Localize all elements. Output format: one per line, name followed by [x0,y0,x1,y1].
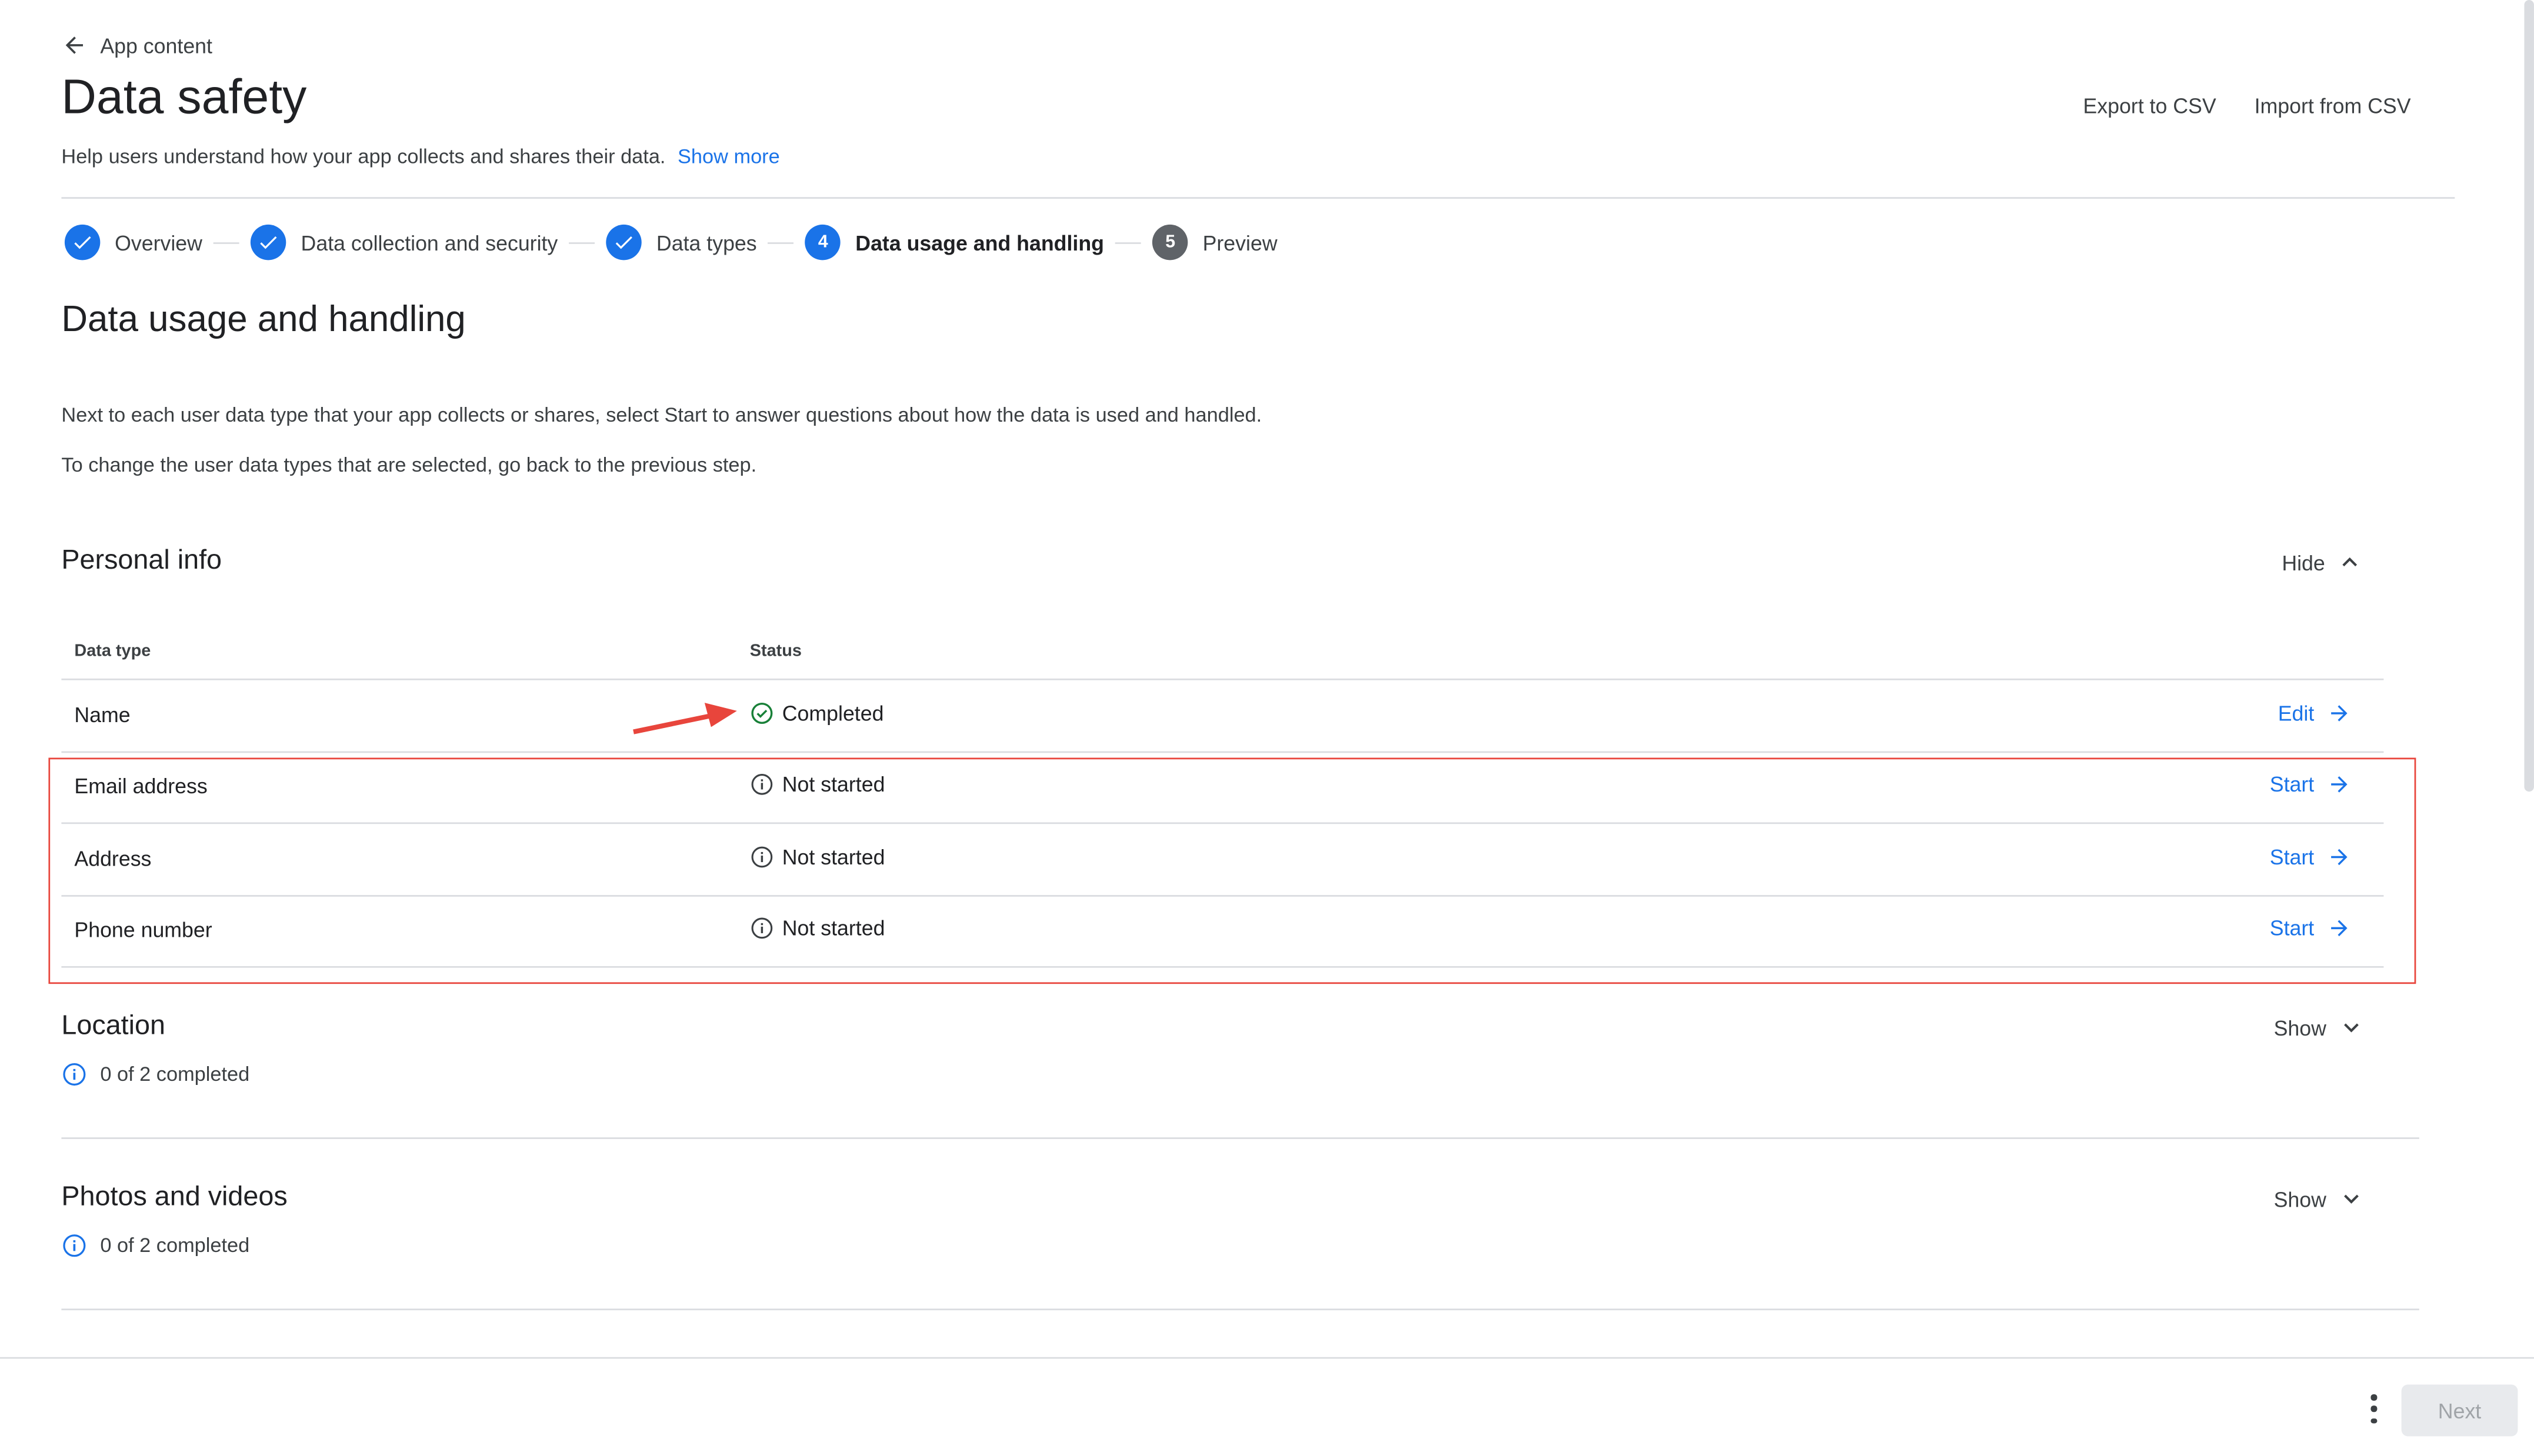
col-header-data-type: Data type [74,641,151,661]
chevron-down-icon [2343,1194,2358,1204]
photos-videos-progress: 0 of 2 completed [61,1233,249,1258]
canvas: App content Data safety Help users under… [0,0,2534,1456]
arrow-right-icon [2331,705,2348,722]
progress-text: 0 of 2 completed [100,1063,250,1086]
arrow-left-icon [65,36,84,54]
location-progress: 0 of 2 completed [61,1061,249,1087]
check-icon [616,236,633,249]
step-label: Preview [1202,230,1278,255]
footer-bar: Next [0,1357,2534,1456]
col-header-status: Status [749,641,802,661]
check-icon [74,236,91,249]
instructions-text-2: To change the user data types that are s… [61,454,757,477]
step-done-indicator [251,224,286,261]
data-type-name: Name [74,703,131,727]
progress-text: 0 of 2 completed [100,1234,250,1257]
step-data-collection[interactable]: Data collection and security [251,224,558,261]
info-icon [63,1234,86,1257]
location-show-toggle[interactable]: Show [2274,1013,2365,1042]
scrollbar-thumb[interactable] [2524,0,2534,792]
show-more-link[interactable]: Show more [678,145,780,168]
step-connector [569,241,595,243]
step-connector [214,241,240,243]
subtitle-text: Help users understand how your app colle… [61,145,666,168]
step-label: Overview [115,230,202,255]
step-done-indicator [64,224,101,261]
step-data-usage[interactable]: 4 Data usage and handling [805,224,1104,261]
step-data-types[interactable]: Data types [606,224,757,261]
import-csv-button[interactable]: Import from CSV [2255,93,2411,118]
page-title: Data safety [61,71,307,125]
instructions-text: Next to each user data type that your ap… [61,403,1262,427]
annotation-arrow-icon [633,703,737,734]
personal-info-hide-toggle[interactable]: Hide [2282,547,2363,576]
stepper: Overview Data collection and security Da… [64,224,1278,261]
page-subtitle: Help users understand how your app colle… [61,145,779,168]
step-connector [768,241,794,243]
page: App content Data safety Help users under… [0,0,2534,1456]
photos-videos-title: Photos and videos [61,1181,288,1212]
export-csv-button[interactable]: Export to CSV [2083,93,2216,118]
section-divider [61,1308,2419,1311]
step-number: 4 [805,224,841,261]
toggle-label: Hide [2282,550,2325,575]
step-number: 5 [1152,224,1188,261]
status-cell: Completed [750,701,884,726]
location-title: Location [61,1010,166,1041]
header-divider [61,197,2455,199]
toggle-label: Show [2273,1015,2326,1040]
photos-videos-show-toggle[interactable]: Show [2274,1184,2365,1213]
annotation-highlight-box [48,757,2416,984]
action-label: Edit [2278,701,2315,726]
step-label: Data collection and security [301,230,558,255]
step-label: Data types [656,230,757,255]
chevron-up-icon [2342,557,2357,567]
back-link[interactable]: App content [61,32,212,58]
section-divider [61,1137,2419,1139]
next-button[interactable]: Next [2401,1384,2518,1437]
edit-name-button[interactable]: Edit [2278,701,2352,726]
step-overview[interactable]: Overview [64,224,202,261]
step-connector [1115,241,1142,243]
back-label: App content [100,33,212,58]
step-label: Data usage and handling [855,230,1104,255]
toggle-label: Show [2273,1186,2326,1211]
table-row: Name Completed Edit [61,680,2384,753]
step-preview[interactable]: 5 Preview [1152,224,1278,261]
personal-info-title: Personal info [61,544,222,576]
check-circle-icon [751,702,773,724]
next-section-peek [61,1346,191,1357]
chevron-down-icon [2343,1023,2358,1033]
more-vert-icon[interactable] [2369,1394,2379,1424]
info-icon [63,1063,86,1086]
check-icon [260,236,278,249]
section-heading: Data usage and handling [61,299,466,339]
step-done-indicator [606,224,642,261]
status-text: Completed [782,701,884,726]
